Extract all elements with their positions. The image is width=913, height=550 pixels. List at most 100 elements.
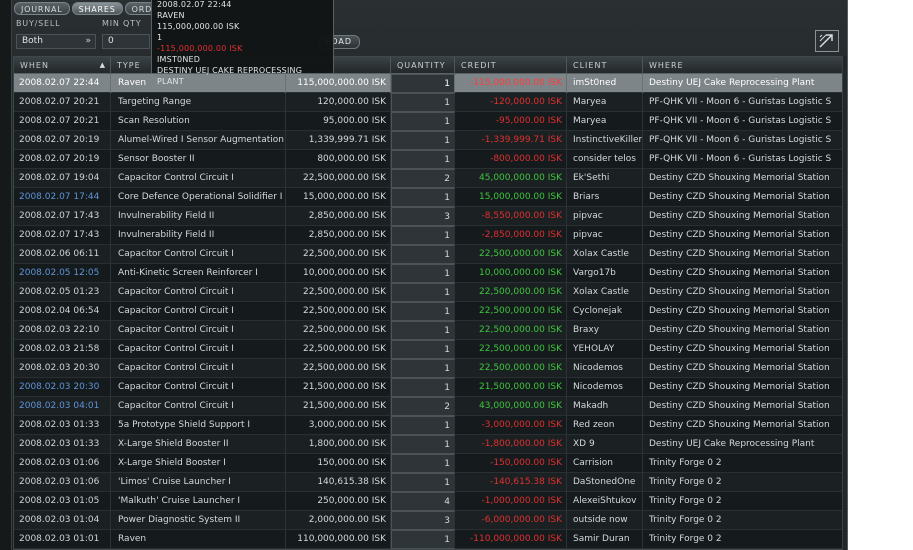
cell-client: Carrision: [567, 454, 643, 473]
table-row[interactable]: 2008.02.03 01:04 Power Diagnostic System …: [14, 511, 842, 530]
table-row[interactable]: 2008.02.07 20:21 Targeting Range 120,000.0…: [14, 93, 842, 112]
cell-credit: -8,550,000.00 ISK: [455, 207, 567, 226]
table-row[interactable]: 2008.02.07 17:43 Invulnerability Field II…: [14, 207, 842, 226]
cell-when: 2008.02.03 01:06: [14, 454, 111, 473]
cell-where: Destiny CZD Shouxing Memorial Station: [649, 420, 830, 430]
cell-quantity: 1: [391, 340, 455, 359]
table-row[interactable]: 2008.02.07 19:04 Capacitor Control Circui…: [14, 169, 842, 188]
table-row[interactable]: 2008.02.07 20:21 Scan Resolution 95,000.00…: [14, 112, 842, 131]
cell-credit: -1,339,999.71 ISK: [455, 131, 567, 150]
column-header-credit[interactable]: CREDIT: [455, 57, 567, 74]
table-row[interactable]: 2008.02.03 22:10 Capacitor Control Circui…: [14, 321, 842, 340]
buy-sell-dropdown[interactable]: Both »: [16, 34, 96, 49]
cell-credit: -3,000,000.00 ISK: [455, 416, 567, 435]
table-row[interactable]: 2008.02.03 20:30 Capacitor Control Circui…: [14, 359, 842, 378]
table-row[interactable]: 2008.02.03 01:05 'Malkuth' Cruise Launche…: [14, 492, 842, 511]
tooltip-line: -115,000,000.00 ISK: [157, 44, 243, 53]
cell-client: Xolax Castle: [567, 283, 643, 302]
table-row[interactable]: 2008.02.07 20:19 Alumel-Wired I Sensor Au…: [14, 131, 842, 150]
table-row[interactable]: 2008.02.07 17:44 Core Defence Operational…: [14, 188, 842, 207]
cell-credit: -95,000.00 ISK: [455, 112, 567, 131]
cell-type: Power Diagnostic System II: [111, 511, 286, 530]
cell-when: 2008.02.06 06:11: [14, 245, 111, 264]
cell-type: Capacitor Control Circuit I: [111, 245, 286, 264]
cell-client: Vargo17b: [567, 264, 643, 283]
cell-credit: 22,500,000.00 ISK: [455, 340, 567, 359]
cell-price: 22,500,000.00 ISK: [286, 245, 391, 264]
cell-quantity: 1: [391, 378, 455, 397]
tooltip-line: 1: [157, 33, 163, 42]
table-row[interactable]: 2008.02.06 06:11 Capacitor Control Circui…: [14, 245, 842, 264]
table-row[interactable]: 2008.02.03 01:33 X-Large Shield Booster I…: [14, 435, 842, 454]
cell-credit: 22,500,000.00 ISK: [455, 359, 567, 378]
table-row[interactable]: 2008.02.03 21:58 Capacitor Control Circui…: [14, 340, 842, 359]
cell-price: 22,500,000.00 ISK: [286, 169, 391, 188]
cell-type: Capacitor Control Circuit I: [111, 169, 286, 188]
column-header-quantity[interactable]: QUANTITY: [391, 57, 455, 74]
cell-type: Targeting Range: [111, 93, 286, 112]
cell-price: 250,000.00 ISK: [286, 492, 391, 511]
column-header-client[interactable]: CLIENT: [567, 57, 643, 74]
cell-where: Trinity Forge 0 2: [649, 515, 722, 525]
cell-where: Destiny CZD Shouxing Memorial Station: [649, 173, 830, 183]
cell-price: 2,850,000.00 ISK: [286, 226, 391, 245]
cell-client: outside now: [567, 511, 643, 530]
transactions-table: WHEN ▲ TYPE QUANTITY CREDIT CLIENT WHERE…: [13, 56, 843, 550]
cell-quantity: 1: [391, 416, 455, 435]
cell-credit: -140,615.38 ISK: [455, 473, 567, 492]
column-header-where[interactable]: WHERE: [643, 57, 842, 74]
table-row[interactable]: 2008.02.07 22:44 Raven 115,000,000.00 ISK 1…: [14, 74, 842, 93]
min-qty-input[interactable]: 0: [102, 34, 150, 49]
cell-credit: 22,500,000.00 ISK: [455, 283, 567, 302]
cell-quantity: 2: [391, 169, 455, 188]
cell-where: Destiny CZD Shouxing Memorial Station: [649, 382, 830, 392]
table-row[interactable]: 2008.02.03 01:06 X-Large Shield Booster I…: [14, 454, 842, 473]
table-row[interactable]: 2008.02.04 06:54 Capacitor Control Circui…: [14, 302, 842, 321]
table-row[interactable]: 2008.02.03 04:01 Capacitor Control Circui…: [14, 397, 842, 416]
tab-journal[interactable]: JOURNAL: [14, 2, 70, 15]
table-row[interactable]: 2008.02.03 01:01 Raven 110,000,000.00 ISK 1…: [14, 530, 842, 549]
wallet-transactions-window: JOURNAL SHARES ORDERS BUY/SELL MIN QTY B…: [0, 0, 848, 550]
scrollbar[interactable]: [842, 56, 847, 550]
table-row[interactable]: 2008.02.07 17:43 Invulnerability Field II…: [14, 226, 842, 245]
cell-when: 2008.02.05 01:23: [14, 283, 111, 302]
cell-quantity: 4: [391, 492, 455, 511]
cell-when: 2008.02.03 01:06: [14, 473, 111, 492]
cell-credit: -115,000,000.00 ISK: [455, 74, 567, 93]
table-row[interactable]: 2008.02.03 01:06 'Limos' Cruise Launcher …: [14, 473, 842, 492]
cell-client: Xolax Castle: [567, 245, 643, 264]
cell-type: Capacitor Control Circuit I: [111, 340, 286, 359]
cell-where: Trinity Forge 0 2: [649, 496, 722, 506]
table-row[interactable]: 2008.02.03 20:30 Capacitor Control Circui…: [14, 378, 842, 397]
cell-type: 5a Prototype Shield Support I: [111, 416, 286, 435]
cell-credit: -1,000,000.00 ISK: [455, 492, 567, 511]
cell-where: Destiny CZD Shouxing Memorial Station: [649, 363, 830, 373]
cell-price: 21,500,000.00 ISK: [286, 397, 391, 416]
cell-credit: -6,000,000.00 ISK: [455, 511, 567, 530]
table-row[interactable]: 2008.02.05 12:05 Anti-Kinetic Screen Rein…: [14, 264, 842, 283]
cell-when: 2008.02.05 12:05: [14, 264, 111, 283]
cell-price: 22,500,000.00 ISK: [286, 359, 391, 378]
cell-quantity: 3: [391, 511, 455, 530]
cell-where: Destiny CZD Shouxing Memorial Station: [649, 287, 830, 297]
cell-type: Raven: [111, 530, 286, 549]
cell-where: Destiny CZD Shouxing Memorial Station: [649, 325, 830, 335]
export-icon[interactable]: [815, 30, 839, 52]
cell-where: Destiny UEJ Cake Reprocessing Plant: [649, 439, 815, 449]
cell-credit: 43,000,000.00 ISK: [455, 397, 567, 416]
cell-price: 1,800,000.00 ISK: [286, 435, 391, 454]
tab-shares[interactable]: SHARES: [71, 2, 123, 15]
column-header-when[interactable]: WHEN ▲: [14, 57, 111, 74]
buy-sell-label: BUY/SELL: [16, 19, 61, 28]
cell-credit: 22,500,000.00 ISK: [455, 245, 567, 264]
table-row[interactable]: 2008.02.07 20:19 Sensor Booster II 800,000…: [14, 150, 842, 169]
cell-client: YEHOLAY: [567, 340, 643, 359]
table-row[interactable]: 2008.02.03 01:33 5a Prototype Shield Supp…: [14, 416, 842, 435]
cell-credit: 15,000,000.00 ISK: [455, 188, 567, 207]
cell-when: 2008.02.03 04:01: [14, 397, 111, 416]
tooltip-line: 115,000,000.00 ISK: [157, 22, 240, 31]
cell-client: Briars: [567, 188, 643, 207]
cell-price: 95,000.00 ISK: [286, 112, 391, 131]
table-row[interactable]: 2008.02.05 01:23 Capacitor Control Circui…: [14, 283, 842, 302]
cell-client: Red zeon: [567, 416, 643, 435]
